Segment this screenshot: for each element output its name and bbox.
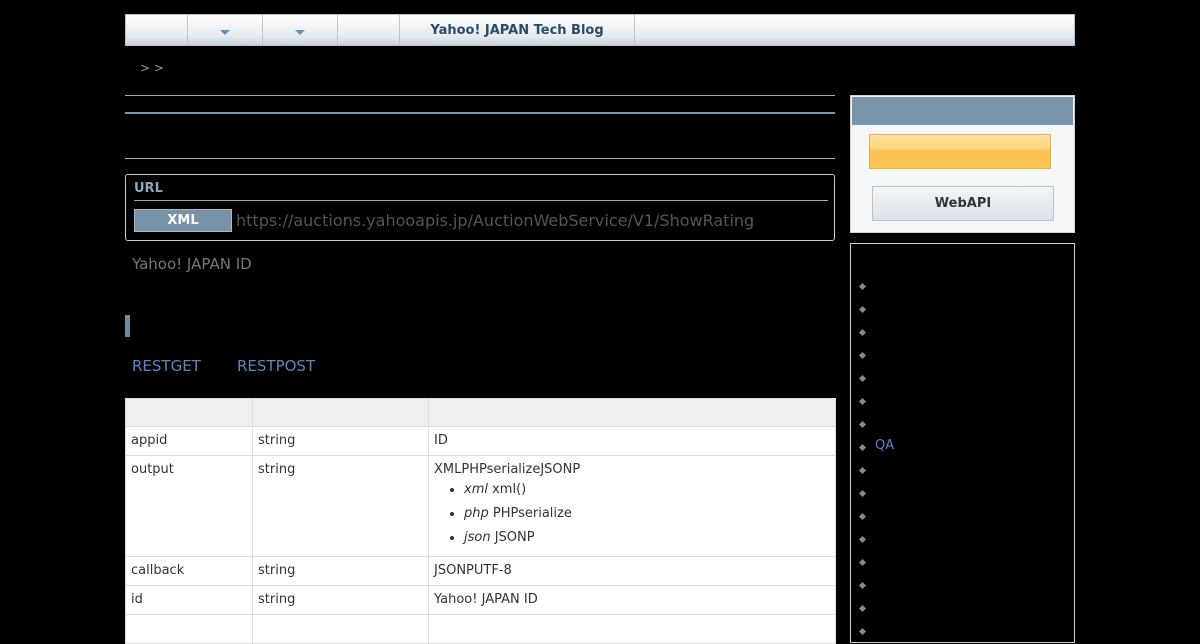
param-desc: ID [428,426,836,456]
sidebar-panel-header [852,97,1073,125]
request-url-box: URL XML https://auctions.yahooapis.jp/Au… [125,174,835,241]
sidebar-menu-item[interactable] [851,460,1074,483]
nav-tech-blog-link[interactable]: Yahoo! JAPAN Tech Blog [400,15,635,46]
list-item: xml xml() [464,482,830,498]
webapi-button[interactable]: WebAPI [872,186,1054,221]
bullet-diamond-icon [858,420,867,429]
table-header-row [125,398,836,427]
url-divider [134,200,828,201]
option-text: PHPserialize [492,506,572,521]
param-type: string [252,585,429,615]
sidebar-menu-item[interactable] [851,506,1074,529]
param-type [252,614,429,644]
option-key: php [464,506,489,521]
id-requirement-note: Yahoo! JAPAN ID [132,255,252,273]
nav-dropdown-2[interactable] [263,15,338,46]
bullet-diamond-icon [858,397,867,406]
bullet-diamond-icon [858,535,867,544]
param-name: output [125,455,253,557]
breadcrumb: > > [140,61,164,75]
bullet-diamond-icon [858,305,867,314]
output-options-list: xml xml() php PHPserialize json JSONP [434,482,830,546]
bullet-diamond-icon [858,604,867,613]
param-name: appid [125,426,253,456]
bullet-diamond-icon [858,489,867,498]
header-cell [252,398,429,427]
table-row [125,614,836,644]
parameters-table: appid string ID output string XMLPHPseri… [125,398,836,644]
nav-item-home[interactable] [126,15,188,46]
bullet-diamond-icon [858,581,867,590]
sidebar-menu-item[interactable]: QA [851,437,1074,460]
bullet-diamond-icon [858,374,867,383]
sidebar-menu-item[interactable] [851,483,1074,506]
bullet-diamond-icon [858,443,867,452]
sidebar-menu-item[interactable] [851,621,1074,644]
xml-format-badge: XML [134,209,232,232]
bullet-diamond-icon [858,328,867,337]
endpoint-url: https://auctions.yahooapis.jp/AuctionWeb… [236,211,755,230]
divider [125,95,835,96]
sidebar-menu-item[interactable] [851,368,1074,391]
bullet-diamond-icon [858,466,867,475]
param-type: string [252,426,429,456]
header-cell [125,398,253,427]
param-name: id [125,585,253,615]
option-key: xml [464,482,488,497]
section-heading-marker [125,315,130,337]
sidebar-menu: QA [850,243,1075,643]
param-desc: Yahoo! JAPAN ID [428,585,836,615]
sidebar-menu-item[interactable] [851,552,1074,575]
param-desc [428,614,836,644]
bullet-diamond-icon [858,558,867,567]
list-item: json JSONP [464,530,830,546]
table-row: callback string JSONPUTF-8 [125,556,836,586]
sidebar-menu-item[interactable] [851,276,1074,299]
list-item: php PHPserialize [464,506,830,522]
param-desc-cell: XMLPHPserializeJSONP xml xml() php PHPse… [428,455,836,557]
top-nav: Yahoo! JAPAN Tech Blog [125,14,1075,46]
nav-dropdown-1[interactable] [188,15,263,46]
sidebar-menu-item[interactable] [851,575,1074,598]
sidebar-menu-item[interactable] [851,322,1074,345]
bullet-diamond-icon [858,512,867,521]
table-row: output string XMLPHPserializeJSONP xml x… [125,455,836,557]
bullet-diamond-icon [858,627,867,636]
sidebar-menu-item[interactable] [851,414,1074,437]
param-type: string [252,455,429,557]
url-label: URL [134,181,163,196]
param-name: callback [125,556,253,586]
table-row: appid string ID [125,426,836,456]
option-text: JSONP [494,530,535,545]
header-cell [428,398,836,427]
sidebar-menu-item[interactable] [851,598,1074,621]
sidebar-menu-item[interactable] [851,345,1074,368]
table-row: id string Yahoo! JAPAN ID [125,585,836,615]
divider [125,158,835,159]
sidebar-menu-item[interactable] [851,299,1074,322]
sidebar-menu-item[interactable] [851,529,1074,552]
sidebar-menu-item[interactable] [851,391,1074,414]
page-title-underline [125,112,835,114]
option-text: xml() [492,482,527,497]
sidebar-menu-list: QA [851,276,1074,644]
sidebar-menu-item-label: QA [875,438,895,453]
sidebar-panel: WebAPI [850,95,1075,233]
bullet-diamond-icon [858,351,867,360]
sidebar-orange-button[interactable] [869,134,1051,169]
bullet-diamond-icon [858,282,867,291]
param-type: string [252,556,429,586]
param-desc: JSONPUTF-8 [428,556,836,586]
rest-post-link[interactable]: RESTPOST [237,357,315,375]
nav-item-blank[interactable] [338,15,400,46]
param-name [125,614,253,644]
option-key: json [464,530,491,545]
param-desc: XMLPHPserializeJSONP [434,462,581,477]
rest-get-link[interactable]: RESTGET [132,357,201,375]
